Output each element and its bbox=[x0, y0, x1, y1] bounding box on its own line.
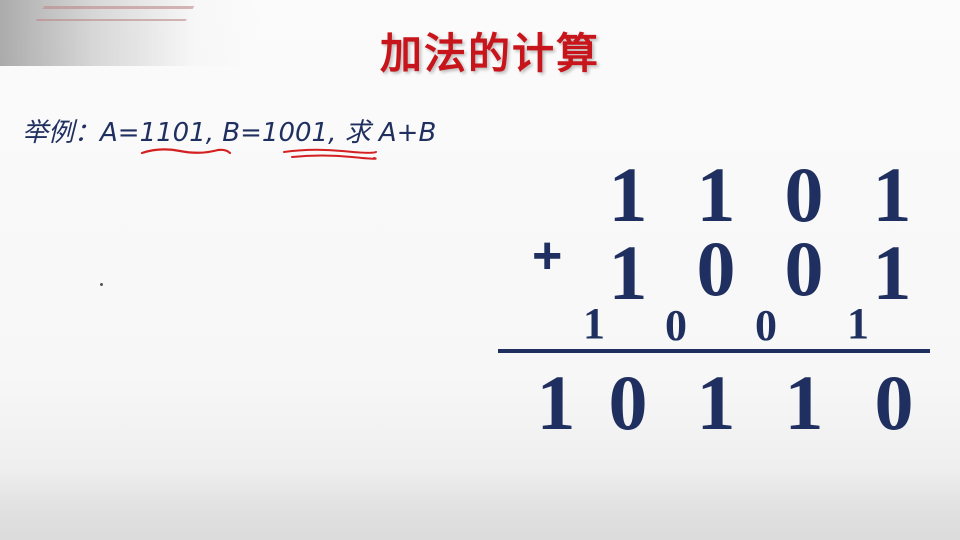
carry-digit: 1 bbox=[583, 299, 605, 348]
example-suffix: , 求 A+B bbox=[328, 118, 437, 148]
example-prefix: 举例： bbox=[22, 118, 101, 148]
b-value: 1001 bbox=[261, 118, 329, 148]
addend1-digit: 1 bbox=[608, 151, 648, 238]
carry-digit: 0 bbox=[755, 301, 777, 350]
a-label: A= bbox=[100, 118, 140, 148]
result-digit: 0 bbox=[874, 359, 914, 446]
carry-digit: 0 bbox=[665, 301, 687, 350]
example-line: 举例：A=1101, B=1001, 求 A+B bbox=[22, 112, 436, 148]
addend2-digit: 1 bbox=[608, 229, 648, 316]
bottom-background-fade bbox=[0, 470, 960, 540]
result-digit: 1 bbox=[536, 359, 576, 446]
slide: 加法的计算 举例：A=1101, B=1001, 求 A+B 1 1 0 1 +… bbox=[0, 0, 960, 540]
addend1-digit: 0 bbox=[784, 151, 824, 238]
plus-operator: + bbox=[532, 227, 563, 285]
result-digit: 0 bbox=[608, 359, 648, 446]
carry-digit: 1 bbox=[847, 299, 869, 348]
handwritten-underline-b bbox=[283, 148, 377, 160]
addend2-digit: 0 bbox=[784, 225, 824, 312]
addend1-digit: 1 bbox=[696, 151, 736, 238]
decorative-corner-image bbox=[0, 0, 260, 66]
result-digit: 1 bbox=[784, 359, 824, 446]
sum-divider-line bbox=[498, 349, 930, 353]
addend2-digit: 1 bbox=[872, 229, 912, 316]
stray-mark bbox=[100, 283, 103, 286]
result-digit: 1 bbox=[696, 359, 736, 446]
handwritten-underline-a bbox=[140, 148, 232, 155]
slide-title: 加法的计算 bbox=[380, 29, 601, 78]
addend1-digit: 1 bbox=[872, 151, 912, 238]
addend2-digit: 0 bbox=[696, 225, 736, 312]
